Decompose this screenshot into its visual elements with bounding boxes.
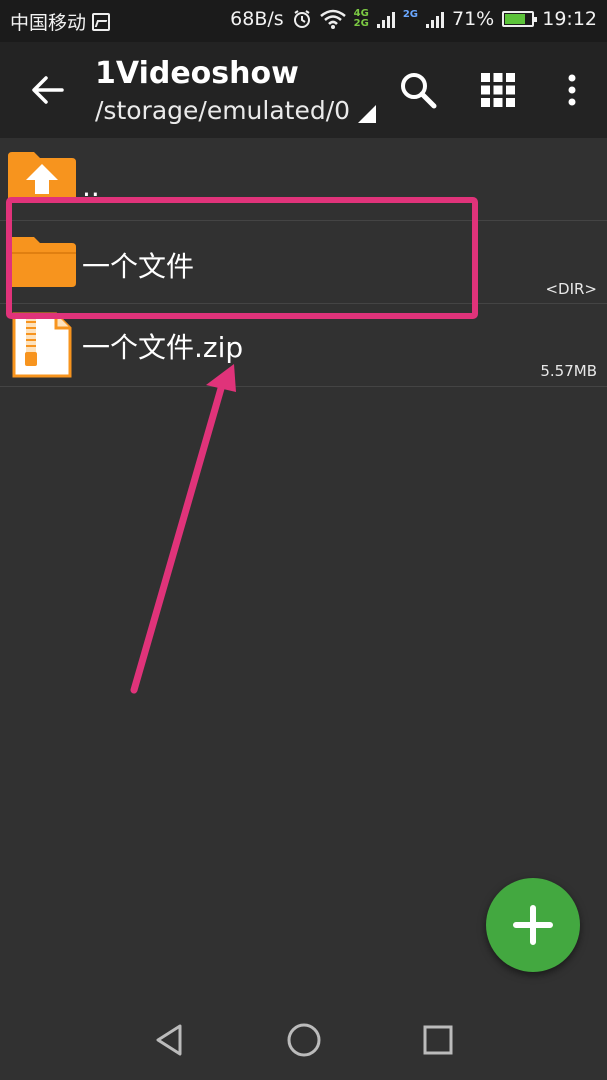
status-left: 中国移动	[10, 8, 111, 35]
dropdown-triangle-icon	[358, 104, 377, 123]
zip-file-icon	[12, 312, 72, 378]
signal-icon	[376, 10, 395, 28]
network-speed: 68B/s	[230, 8, 284, 30]
folder-up-icon	[8, 152, 76, 202]
net-2g-label-secondary: 2G	[402, 8, 418, 20]
status-right: 68B/s 4G 2G 2G 71% 19:12	[230, 8, 597, 30]
carrier-name: 中国移动	[10, 12, 87, 34]
highlight-box	[6, 197, 478, 319]
more-options-icon[interactable]	[552, 70, 592, 110]
network-type-badge: 4G 2G	[354, 9, 369, 29]
add-button[interactable]	[486, 878, 580, 972]
file-meta: <DIR>	[545, 280, 597, 298]
grid-view-icon[interactable]	[478, 70, 518, 110]
status-bar: 中国移动 68B/s 4G 2G 2G 71% 19:12	[0, 0, 607, 42]
battery-percent: 71%	[452, 8, 495, 30]
app-toolbar: 1Videoshow /storage/emulated/0	[0, 42, 607, 138]
nav-recents-icon[interactable]	[418, 1020, 458, 1060]
nav-home-icon[interactable]	[284, 1020, 324, 1060]
net-2g-label: 2G	[353, 18, 369, 29]
current-path: /storage/emulated/0	[95, 96, 351, 125]
nav-back-icon[interactable]	[152, 1020, 192, 1060]
alarm-icon	[293, 10, 310, 28]
back-arrow-icon[interactable]	[30, 72, 66, 108]
page-title: 1Videoshow	[95, 56, 299, 91]
plus-icon	[513, 905, 553, 945]
battery-icon	[502, 11, 538, 27]
file-meta: 5.57MB	[540, 362, 597, 380]
image-notification-icon	[92, 12, 111, 31]
signal-icon-secondary	[426, 10, 444, 28]
path-dropdown[interactable]: /storage/emulated/0	[95, 96, 377, 125]
file-name: 一个文件.zip	[82, 331, 244, 364]
clock: 19:12	[542, 8, 597, 30]
system-nav-bar	[0, 1000, 607, 1080]
search-icon[interactable]	[398, 70, 438, 110]
wifi-icon	[319, 9, 346, 29]
